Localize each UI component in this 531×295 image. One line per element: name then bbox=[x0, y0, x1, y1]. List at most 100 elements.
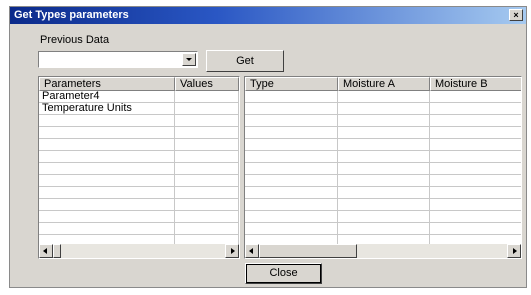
scroll-right-icon[interactable] bbox=[225, 244, 239, 258]
table-row[interactable] bbox=[245, 163, 521, 175]
table-cell[interactable] bbox=[338, 139, 430, 151]
table-cell[interactable] bbox=[338, 163, 430, 175]
column-header-type[interactable]: Type bbox=[245, 77, 338, 91]
table-cell[interactable] bbox=[338, 103, 430, 115]
table-row[interactable]: Temperature Units bbox=[39, 103, 239, 115]
table-cell[interactable] bbox=[338, 115, 430, 127]
table-cell[interactable] bbox=[39, 127, 175, 139]
table-row[interactable] bbox=[39, 187, 239, 199]
horizontal-scrollbar[interactable] bbox=[39, 244, 239, 258]
table-cell[interactable] bbox=[39, 115, 175, 127]
table-cell[interactable] bbox=[430, 91, 521, 103]
previous-data-combobox[interactable] bbox=[38, 51, 198, 68]
table-row[interactable] bbox=[245, 223, 521, 235]
table-row[interactable] bbox=[39, 223, 239, 235]
scrollbar-thumb[interactable] bbox=[259, 244, 357, 258]
get-button[interactable]: Get bbox=[206, 50, 284, 72]
table-cell[interactable] bbox=[39, 175, 175, 187]
table-cell[interactable]: Temperature Units bbox=[39, 103, 175, 115]
table-cell[interactable] bbox=[430, 151, 521, 163]
horizontal-scrollbar[interactable] bbox=[245, 244, 521, 258]
scroll-left-icon[interactable] bbox=[245, 244, 259, 258]
table-cell[interactable] bbox=[338, 127, 430, 139]
table-cell[interactable] bbox=[175, 223, 239, 235]
table-row[interactable] bbox=[245, 199, 521, 211]
table-row[interactable] bbox=[245, 139, 521, 151]
table-cell[interactable] bbox=[430, 211, 521, 223]
table-cell[interactable] bbox=[338, 211, 430, 223]
table-cell[interactable] bbox=[338, 151, 430, 163]
table-cell[interactable] bbox=[245, 163, 338, 175]
table-cell[interactable] bbox=[245, 91, 338, 103]
table-row[interactable] bbox=[39, 139, 239, 151]
table-cell[interactable] bbox=[245, 199, 338, 211]
table-cell[interactable] bbox=[39, 139, 175, 151]
table-row[interactable] bbox=[245, 103, 521, 115]
table-row[interactable] bbox=[245, 127, 521, 139]
table-cell[interactable] bbox=[430, 103, 521, 115]
close-button[interactable]: Close bbox=[245, 263, 322, 284]
table-cell[interactable] bbox=[175, 103, 239, 115]
table-cell[interactable] bbox=[175, 127, 239, 139]
table-cell[interactable] bbox=[245, 115, 338, 127]
column-header-moisture-b[interactable]: Moisture B bbox=[430, 77, 521, 91]
table-cell[interactable] bbox=[245, 223, 338, 235]
table-cell[interactable] bbox=[338, 187, 430, 199]
title-bar[interactable]: Get Types parameters × bbox=[10, 7, 526, 24]
table-cell[interactable] bbox=[338, 199, 430, 211]
table-row[interactable] bbox=[245, 115, 521, 127]
table-row[interactable] bbox=[39, 175, 239, 187]
table-cell[interactable] bbox=[430, 175, 521, 187]
parameters-grid[interactable]: Parameters Values Parameter4 Temperature … bbox=[38, 76, 240, 259]
table-cell[interactable] bbox=[175, 175, 239, 187]
table-cell[interactable] bbox=[430, 199, 521, 211]
table-row[interactable] bbox=[39, 211, 239, 223]
table-cell[interactable] bbox=[430, 163, 521, 175]
table-cell[interactable] bbox=[338, 175, 430, 187]
table-cell[interactable] bbox=[175, 115, 239, 127]
table-row[interactable]: Parameter4 bbox=[39, 91, 239, 103]
table-cell[interactable] bbox=[430, 115, 521, 127]
table-cell[interactable] bbox=[338, 223, 430, 235]
scrollbar-thumb[interactable] bbox=[53, 244, 61, 258]
table-cell[interactable] bbox=[430, 187, 521, 199]
table-cell[interactable]: Parameter4 bbox=[39, 91, 175, 103]
column-header-moisture-a[interactable]: Moisture A bbox=[338, 77, 430, 91]
close-icon[interactable]: × bbox=[509, 9, 523, 21]
table-cell[interactable] bbox=[245, 187, 338, 199]
table-row[interactable] bbox=[39, 163, 239, 175]
table-cell[interactable] bbox=[39, 187, 175, 199]
table-cell[interactable] bbox=[245, 139, 338, 151]
table-cell[interactable] bbox=[245, 211, 338, 223]
table-row[interactable] bbox=[245, 211, 521, 223]
table-cell[interactable] bbox=[245, 151, 338, 163]
table-row[interactable] bbox=[39, 127, 239, 139]
table-cell[interactable] bbox=[39, 163, 175, 175]
chevron-down-icon[interactable] bbox=[182, 53, 196, 66]
table-cell[interactable] bbox=[175, 91, 239, 103]
table-cell[interactable] bbox=[175, 199, 239, 211]
column-header-values[interactable]: Values bbox=[175, 77, 239, 91]
table-row[interactable] bbox=[245, 175, 521, 187]
table-cell[interactable] bbox=[245, 175, 338, 187]
table-row[interactable] bbox=[245, 187, 521, 199]
table-cell[interactable] bbox=[39, 199, 175, 211]
table-cell[interactable] bbox=[175, 163, 239, 175]
table-row[interactable] bbox=[39, 199, 239, 211]
table-cell[interactable] bbox=[338, 91, 430, 103]
table-cell[interactable] bbox=[39, 211, 175, 223]
table-row[interactable] bbox=[245, 91, 521, 103]
scroll-right-icon[interactable] bbox=[507, 244, 521, 258]
table-cell[interactable] bbox=[175, 139, 239, 151]
types-grid[interactable]: Type Moisture A Moisture B bbox=[244, 76, 522, 259]
table-cell[interactable] bbox=[430, 127, 521, 139]
table-cell[interactable] bbox=[245, 103, 338, 115]
table-row[interactable] bbox=[245, 151, 521, 163]
table-cell[interactable] bbox=[39, 223, 175, 235]
column-header-parameters[interactable]: Parameters bbox=[39, 77, 175, 91]
table-cell[interactable] bbox=[175, 151, 239, 163]
table-cell[interactable] bbox=[39, 151, 175, 163]
table-cell[interactable] bbox=[430, 223, 521, 235]
scroll-left-icon[interactable] bbox=[39, 244, 53, 258]
table-row[interactable] bbox=[39, 115, 239, 127]
